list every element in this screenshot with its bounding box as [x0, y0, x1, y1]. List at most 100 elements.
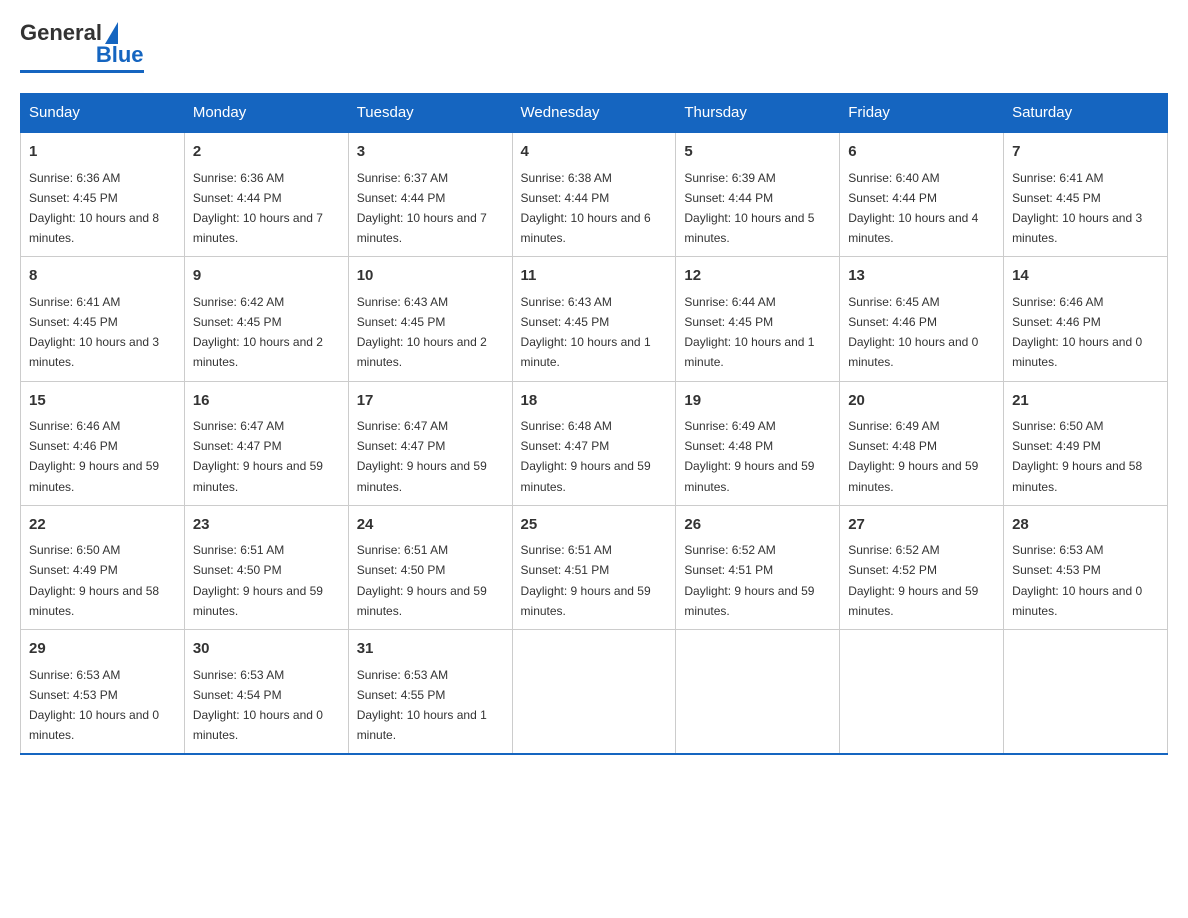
day-info: Sunrise: 6:53 AMSunset: 4:54 PMDaylight:… [193, 668, 323, 743]
day-number: 1 [29, 141, 176, 164]
calendar-day-cell: 21 Sunrise: 6:50 AMSunset: 4:49 PMDaylig… [1004, 381, 1168, 505]
weekday-header-friday: Friday [840, 94, 1004, 133]
day-info: Sunrise: 6:50 AMSunset: 4:49 PMDaylight:… [1012, 419, 1142, 494]
calendar-week-row: 29 Sunrise: 6:53 AMSunset: 4:53 PMDaylig… [21, 630, 1168, 755]
day-info: Sunrise: 6:40 AMSunset: 4:44 PMDaylight:… [848, 171, 978, 246]
day-number: 31 [357, 638, 504, 661]
day-info: Sunrise: 6:51 AMSunset: 4:51 PMDaylight:… [521, 543, 651, 618]
day-info: Sunrise: 6:43 AMSunset: 4:45 PMDaylight:… [357, 295, 487, 370]
day-info: Sunrise: 6:36 AMSunset: 4:45 PMDaylight:… [29, 171, 159, 246]
calendar-day-cell: 8 Sunrise: 6:41 AMSunset: 4:45 PMDayligh… [21, 257, 185, 381]
day-info: Sunrise: 6:49 AMSunset: 4:48 PMDaylight:… [848, 419, 978, 494]
calendar-empty-cell [840, 630, 1004, 755]
calendar-day-cell: 6 Sunrise: 6:40 AMSunset: 4:44 PMDayligh… [840, 132, 1004, 257]
calendar-day-cell: 7 Sunrise: 6:41 AMSunset: 4:45 PMDayligh… [1004, 132, 1168, 257]
calendar-day-cell: 24 Sunrise: 6:51 AMSunset: 4:50 PMDaylig… [348, 505, 512, 629]
calendar-day-cell: 2 Sunrise: 6:36 AMSunset: 4:44 PMDayligh… [184, 132, 348, 257]
day-number: 13 [848, 265, 995, 288]
day-number: 4 [521, 141, 668, 164]
day-number: 8 [29, 265, 176, 288]
day-info: Sunrise: 6:53 AMSunset: 4:53 PMDaylight:… [1012, 543, 1142, 618]
day-number: 26 [684, 514, 831, 537]
calendar-week-row: 1 Sunrise: 6:36 AMSunset: 4:45 PMDayligh… [21, 132, 1168, 257]
day-number: 3 [357, 141, 504, 164]
day-number: 7 [1012, 141, 1159, 164]
day-number: 22 [29, 514, 176, 537]
day-info: Sunrise: 6:37 AMSunset: 4:44 PMDaylight:… [357, 171, 487, 246]
calendar-empty-cell [1004, 630, 1168, 755]
calendar-day-cell: 14 Sunrise: 6:46 AMSunset: 4:46 PMDaylig… [1004, 257, 1168, 381]
day-number: 17 [357, 390, 504, 413]
calendar-day-cell: 26 Sunrise: 6:52 AMSunset: 4:51 PMDaylig… [676, 505, 840, 629]
calendar-empty-cell [676, 630, 840, 755]
calendar-day-cell: 15 Sunrise: 6:46 AMSunset: 4:46 PMDaylig… [21, 381, 185, 505]
day-info: Sunrise: 6:45 AMSunset: 4:46 PMDaylight:… [848, 295, 978, 370]
logo-underline [20, 70, 144, 73]
calendar-day-cell: 27 Sunrise: 6:52 AMSunset: 4:52 PMDaylig… [840, 505, 1004, 629]
day-info: Sunrise: 6:50 AMSunset: 4:49 PMDaylight:… [29, 543, 159, 618]
calendar-day-cell: 18 Sunrise: 6:48 AMSunset: 4:47 PMDaylig… [512, 381, 676, 505]
logo: General Genera Blue [20, 20, 144, 73]
day-info: Sunrise: 6:53 AMSunset: 4:55 PMDaylight:… [357, 668, 487, 743]
day-number: 18 [521, 390, 668, 413]
day-number: 14 [1012, 265, 1159, 288]
calendar-day-cell: 5 Sunrise: 6:39 AMSunset: 4:44 PMDayligh… [676, 132, 840, 257]
calendar-day-cell: 16 Sunrise: 6:47 AMSunset: 4:47 PMDaylig… [184, 381, 348, 505]
calendar-day-cell: 9 Sunrise: 6:42 AMSunset: 4:45 PMDayligh… [184, 257, 348, 381]
day-info: Sunrise: 6:41 AMSunset: 4:45 PMDaylight:… [1012, 171, 1142, 246]
day-info: Sunrise: 6:44 AMSunset: 4:45 PMDaylight:… [684, 295, 814, 370]
day-number: 10 [357, 265, 504, 288]
weekday-header-sunday: Sunday [21, 94, 185, 133]
calendar-day-cell: 3 Sunrise: 6:37 AMSunset: 4:44 PMDayligh… [348, 132, 512, 257]
day-number: 28 [1012, 514, 1159, 537]
logo-arrow-icon [105, 22, 118, 44]
day-number: 11 [521, 265, 668, 288]
calendar-day-cell: 1 Sunrise: 6:36 AMSunset: 4:45 PMDayligh… [21, 132, 185, 257]
weekday-header-tuesday: Tuesday [348, 94, 512, 133]
day-info: Sunrise: 6:41 AMSunset: 4:45 PMDaylight:… [29, 295, 159, 370]
calendar-table: SundayMondayTuesdayWednesdayThursdayFrid… [20, 93, 1168, 755]
calendar-week-row: 22 Sunrise: 6:50 AMSunset: 4:49 PMDaylig… [21, 505, 1168, 629]
day-number: 27 [848, 514, 995, 537]
weekday-header-row: SundayMondayTuesdayWednesdayThursdayFrid… [21, 94, 1168, 133]
day-number: 19 [684, 390, 831, 413]
day-info: Sunrise: 6:39 AMSunset: 4:44 PMDaylight:… [684, 171, 814, 246]
day-number: 6 [848, 141, 995, 164]
calendar-day-cell: 19 Sunrise: 6:49 AMSunset: 4:48 PMDaylig… [676, 381, 840, 505]
day-info: Sunrise: 6:42 AMSunset: 4:45 PMDaylight:… [193, 295, 323, 370]
calendar-day-cell: 22 Sunrise: 6:50 AMSunset: 4:49 PMDaylig… [21, 505, 185, 629]
day-info: Sunrise: 6:47 AMSunset: 4:47 PMDaylight:… [193, 419, 323, 494]
day-number: 29 [29, 638, 176, 661]
day-number: 25 [521, 514, 668, 537]
calendar-day-cell: 30 Sunrise: 6:53 AMSunset: 4:54 PMDaylig… [184, 630, 348, 755]
day-number: 5 [684, 141, 831, 164]
calendar-day-cell: 11 Sunrise: 6:43 AMSunset: 4:45 PMDaylig… [512, 257, 676, 381]
calendar-day-cell: 20 Sunrise: 6:49 AMSunset: 4:48 PMDaylig… [840, 381, 1004, 505]
day-number: 9 [193, 265, 340, 288]
calendar-empty-cell [512, 630, 676, 755]
calendar-week-row: 8 Sunrise: 6:41 AMSunset: 4:45 PMDayligh… [21, 257, 1168, 381]
day-number: 21 [1012, 390, 1159, 413]
day-number: 12 [684, 265, 831, 288]
calendar-day-cell: 12 Sunrise: 6:44 AMSunset: 4:45 PMDaylig… [676, 257, 840, 381]
day-number: 15 [29, 390, 176, 413]
logo-blue-part: Blue [96, 42, 144, 68]
day-number: 30 [193, 638, 340, 661]
day-info: Sunrise: 6:52 AMSunset: 4:51 PMDaylight:… [684, 543, 814, 618]
weekday-header-saturday: Saturday [1004, 94, 1168, 133]
calendar-day-cell: 25 Sunrise: 6:51 AMSunset: 4:51 PMDaylig… [512, 505, 676, 629]
day-info: Sunrise: 6:53 AMSunset: 4:53 PMDaylight:… [29, 668, 159, 743]
calendar-day-cell: 31 Sunrise: 6:53 AMSunset: 4:55 PMDaylig… [348, 630, 512, 755]
calendar-day-cell: 13 Sunrise: 6:45 AMSunset: 4:46 PMDaylig… [840, 257, 1004, 381]
weekday-header-monday: Monday [184, 94, 348, 133]
day-number: 24 [357, 514, 504, 537]
calendar-day-cell: 4 Sunrise: 6:38 AMSunset: 4:44 PMDayligh… [512, 132, 676, 257]
day-info: Sunrise: 6:48 AMSunset: 4:47 PMDaylight:… [521, 419, 651, 494]
weekday-header-wednesday: Wednesday [512, 94, 676, 133]
day-info: Sunrise: 6:43 AMSunset: 4:45 PMDaylight:… [521, 295, 651, 370]
weekday-header-thursday: Thursday [676, 94, 840, 133]
day-number: 23 [193, 514, 340, 537]
day-info: Sunrise: 6:49 AMSunset: 4:48 PMDaylight:… [684, 419, 814, 494]
calendar-day-cell: 29 Sunrise: 6:53 AMSunset: 4:53 PMDaylig… [21, 630, 185, 755]
day-info: Sunrise: 6:51 AMSunset: 4:50 PMDaylight:… [193, 543, 323, 618]
